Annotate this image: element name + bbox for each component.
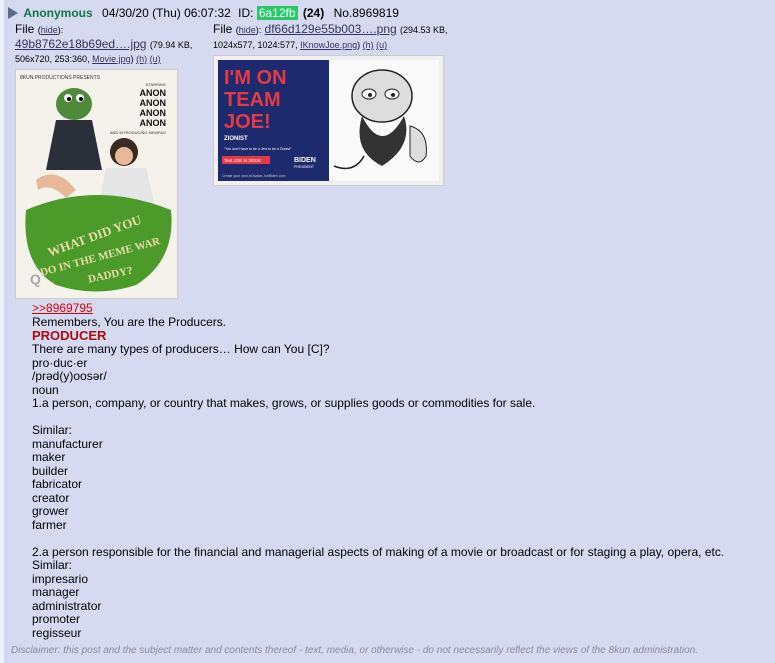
team-joe-footer: Create your own at Avatar.JoeBiden.com <box>222 174 285 178</box>
hide-file-link[interactable]: hide <box>41 25 58 35</box>
body-line: maker <box>32 450 66 464</box>
poster-cast-2: ANON <box>140 98 167 108</box>
body-line: /prəd(y)oosər/ <box>32 369 107 383</box>
movie-poster-thumbnail[interactable]: 8KUN PRODUCTIONS PRESENTS STARRING ANON … <box>15 69 178 299</box>
file-size: (294.53 KB, <box>400 25 448 35</box>
body-line: noun <box>32 382 59 397</box>
file-label: File <box>15 22 35 36</box>
file-h-link[interactable]: (h) <box>136 54 147 64</box>
post-date: 04/30/20 (Thu) 06:07:32 <box>102 5 231 20</box>
team-joe-quote: "You don't have to be a Jew to be a Zion… <box>224 147 292 151</box>
post-container: Anonymous 04/30/20 (Thu) 06:07:32 ID: 6a… <box>4 0 775 663</box>
movie-poster-image: 8KUN PRODUCTIONS PRESENTS STARRING ANON … <box>16 70 177 298</box>
file-info-1: File (hide): 49b8762e18b69ed….jpg (79.94… <box>15 22 193 64</box>
body-line: 2.a person responsible for the financial… <box>32 544 725 559</box>
poster-id-badge[interactable]: 6a12fb <box>256 5 298 20</box>
body-line <box>32 532 762 546</box>
body-line: promoter <box>32 612 81 626</box>
poster-name: Anonymous <box>23 5 93 20</box>
poster-post-count: (24) <box>302 5 325 20</box>
file-size: (79.94 KB, <box>149 40 193 50</box>
body-line: manager <box>32 585 80 599</box>
poster-q-mark: Q <box>30 271 41 287</box>
file-h-link[interactable]: (h) <box>363 40 374 50</box>
cartoon-head <box>351 69 413 123</box>
team-joe-brand: BIDEN <box>294 157 316 164</box>
body-line: administrator <box>32 598 102 613</box>
team-joe-image: I'M ON TEAM JOE! ZIONIST "You don't have… <box>214 56 443 185</box>
poster-starring: STARRING <box>146 82 166 87</box>
team-joe-thumbnail[interactable]: I'M ON TEAM JOE! ZIONIST "You don't have… <box>213 55 444 186</box>
team-joe-sub: ZIONIST <box>224 136 248 142</box>
file-name-link[interactable]: df66d129e55b003….png <box>265 22 397 36</box>
body-line: pro·duc·er <box>32 355 88 370</box>
original-filename-link[interactable]: IKnowJoe.png <box>300 40 357 50</box>
team-joe-line1: I'M ON <box>224 67 287 89</box>
team-joe-line3: JOE! <box>224 111 271 133</box>
body-line: Similar: <box>32 558 73 572</box>
file-dimensions: 506x720, 253:360, <box>15 54 90 64</box>
hide-file-link[interactable]: hide <box>239 25 256 35</box>
disclaimer: Disclaimer: this post and the subject ma… <box>11 645 698 656</box>
body-line: There are many types of producers… How c… <box>32 342 330 356</box>
file-dimensions: 1024x577, 1024:577, <box>213 40 298 50</box>
body-heading: PRODUCER <box>32 328 107 343</box>
frog-head <box>56 88 92 120</box>
post-intro: Anonymous 04/30/20 (Thu) 06:07:32 ID: 6a… <box>8 5 399 20</box>
body-line: manufacturer <box>32 436 103 451</box>
team-joe-line2: TEAM <box>224 89 281 111</box>
post-number-link[interactable]: No.8969819 <box>334 6 399 20</box>
post-body: >>8969795 Remembers, You are the Produce… <box>32 301 762 640</box>
poster-cast-1: ANON <box>140 88 167 98</box>
body-line: impresario <box>32 571 89 586</box>
poster-cast-4: ANON <box>140 118 167 128</box>
body-line: 1.a person, company, or country that mak… <box>32 396 536 410</box>
body-line: farmer <box>32 517 67 532</box>
file-u-link[interactable]: (u) <box>376 40 387 50</box>
body-line: builder <box>32 463 69 478</box>
body-line: creator <box>32 490 70 505</box>
poster-introducing: AND INTRODUCING NEWFAG <box>110 130 166 135</box>
id-label: ID: <box>238 5 254 20</box>
original-filename-link[interactable]: Movie.jpg <box>92 54 131 64</box>
file-label: File <box>213 22 233 36</box>
poster-header: 8KUN PRODUCTIONS PRESENTS <box>20 75 101 81</box>
file-info-2: File (hide): df66d129e55b003….png (294.5… <box>213 22 448 50</box>
body-line: Remembers, You are the Producers. <box>32 314 227 329</box>
body-line: grower <box>32 504 69 518</box>
reply-quote-link[interactable]: >>8969795 <box>32 301 93 315</box>
team-joe-brand-sub: PRESIDENT <box>294 165 315 169</box>
poster-cast-3: ANON <box>140 108 167 118</box>
body-line <box>32 411 762 425</box>
file-name-link[interactable]: 49b8762e18b69ed….jpg <box>15 37 146 51</box>
body-line: regisseur <box>32 625 82 640</box>
post-menu-triangle-icon[interactable] <box>8 6 18 19</box>
file-u-link[interactable]: (u) <box>150 54 161 64</box>
body-line: Similar: <box>32 423 73 437</box>
team-joe-cta: Text JOE to 30330 <box>224 158 262 163</box>
body-line: fabricator <box>32 477 83 491</box>
